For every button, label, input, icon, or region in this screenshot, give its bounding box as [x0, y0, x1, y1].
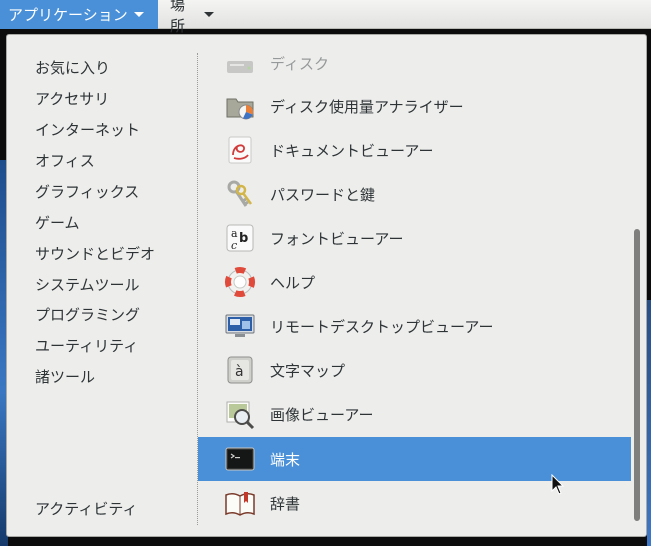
scrollbar-thumb[interactable] — [634, 229, 640, 521]
app-label: ドキュメントビューアー — [270, 141, 434, 160]
passwords-keys-icon — [224, 178, 256, 210]
app-item-passwords-keys[interactable]: パスワードと鍵 — [198, 172, 631, 216]
category-graphics[interactable]: グラフィックス — [35, 180, 139, 204]
app-item-remote-desktop[interactable]: リモートデスクトップビューアー — [198, 304, 631, 348]
svg-text:à: à — [235, 364, 244, 380]
category-programming[interactable]: プログラミング — [35, 303, 140, 327]
activities-overview-item[interactable]: アクティビティ — [35, 497, 137, 521]
font-viewer-icon: abc — [224, 222, 256, 254]
mouse-pointer-icon — [551, 474, 565, 495]
app-item-disk-usage-analyzer[interactable]: ディスク使用量アナライザー — [198, 84, 631, 128]
app-item-disks[interactable]: ディスク — [198, 41, 631, 85]
remote-desktop-icon — [224, 310, 256, 342]
app-item-font-viewer[interactable]: abc フォントビューアー — [198, 216, 631, 260]
category-internet[interactable]: インターネット — [35, 118, 140, 142]
category-games[interactable]: ゲーム — [35, 211, 80, 235]
app-label: リモートデスクトップビューアー — [270, 317, 494, 336]
application-list: ディスク ディスク使用量アナライザー ドキュメントビューアー パスワードと鍵 a… — [198, 35, 631, 536]
image-viewer-icon — [224, 398, 256, 430]
category-favorites[interactable]: お気に入り — [35, 56, 110, 80]
places-menu-button[interactable]: 場所 — [162, 0, 222, 35]
document-viewer-icon — [224, 134, 256, 166]
app-item-help[interactable]: ヘルプ — [198, 260, 631, 304]
applications-menu-popup: お気に入り アクセサリ インターネット オフィス グラフィックス ゲーム サウン… — [6, 34, 647, 537]
app-item-character-map[interactable]: à 文字マップ — [198, 348, 631, 392]
app-label: フォントビューアー — [270, 229, 404, 248]
app-item-terminal[interactable]: 端末 — [198, 437, 631, 481]
dictionary-icon — [224, 487, 256, 519]
category-list: お気に入り アクセサリ インターネット オフィス グラフィックス ゲーム サウン… — [7, 35, 197, 536]
category-sundry[interactable]: 諸ツール — [35, 365, 95, 389]
help-lifebuoy-icon — [224, 266, 256, 298]
app-label: 文字マップ — [270, 361, 346, 380]
app-label: ディスク使用量アナライザー — [270, 97, 464, 116]
app-label: 辞書 — [270, 494, 301, 513]
chevron-down-icon — [204, 12, 214, 17]
disks-icon — [224, 47, 256, 79]
app-item-image-viewer[interactable]: 画像ビューアー — [198, 392, 631, 436]
character-map-icon: à — [224, 354, 256, 386]
app-label: パスワードと鍵 — [270, 185, 376, 204]
app-list-scrollbar[interactable] — [633, 35, 643, 536]
desktop-wallpaper-edge-right — [647, 300, 651, 546]
app-label: 端末 — [270, 450, 301, 469]
category-utilities[interactable]: ユーティリティ — [35, 334, 138, 358]
svg-text:c: c — [231, 239, 237, 252]
chevron-down-icon — [133, 12, 144, 17]
top-panel: アプリケーション 場所 — [0, 0, 651, 35]
places-menu-label: 場所 — [170, 0, 186, 35]
disk-usage-analyzer-icon — [224, 90, 256, 122]
category-sound-video[interactable]: サウンドとビデオ — [35, 242, 155, 266]
app-label: ディスク — [270, 54, 329, 73]
svg-text:b: b — [239, 231, 248, 246]
app-label: ヘルプ — [270, 273, 316, 292]
applications-menu-label: アプリケーション — [8, 6, 128, 24]
terminal-icon — [224, 443, 256, 475]
app-item-document-viewer[interactable]: ドキュメントビューアー — [198, 128, 631, 172]
app-label: 画像ビューアー — [270, 405, 374, 424]
applications-menu-button[interactable]: アプリケーション — [0, 0, 158, 29]
app-item-dictionary[interactable]: 辞書 — [198, 481, 631, 525]
category-office[interactable]: オフィス — [35, 149, 95, 173]
category-accessories[interactable]: アクセサリ — [35, 87, 109, 111]
category-system-tools[interactable]: システムツール — [35, 273, 140, 297]
